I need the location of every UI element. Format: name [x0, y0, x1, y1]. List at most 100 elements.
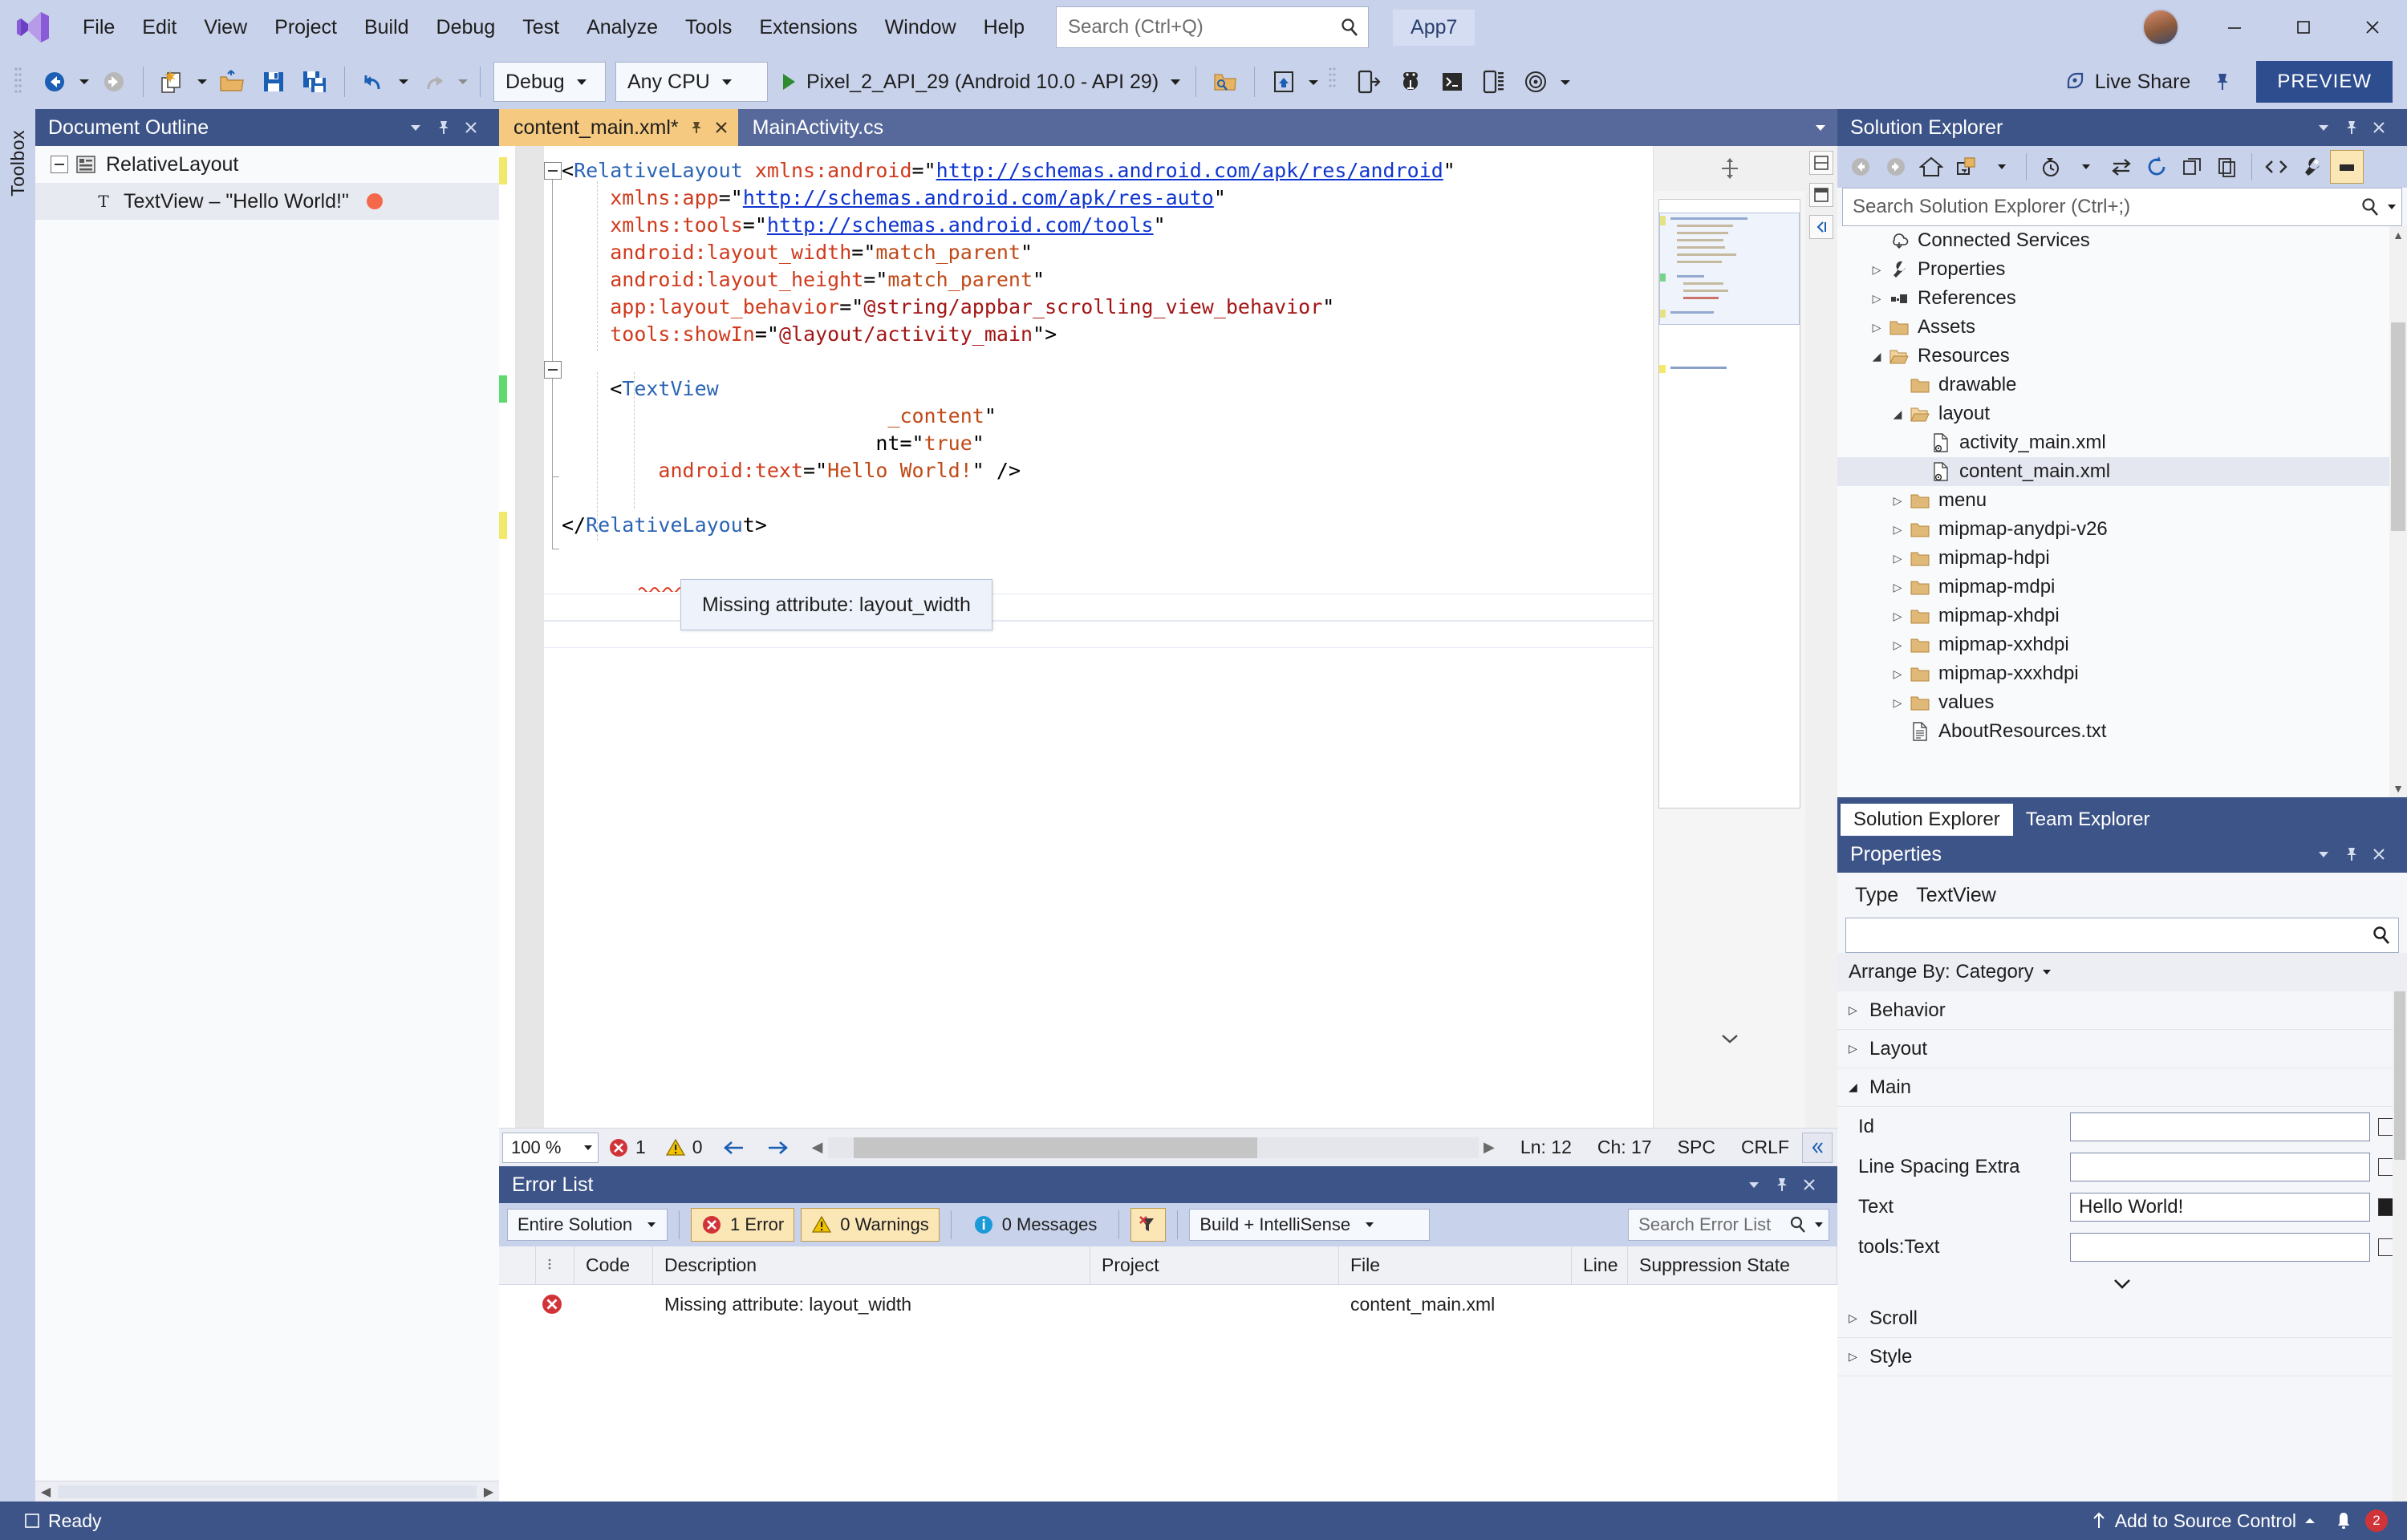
- editor-horizontal-scrollbar[interactable]: ◀ ▶: [806, 1135, 1500, 1160]
- quick-search-input[interactable]: Search (Ctrl+Q): [1056, 6, 1370, 48]
- save-all-button[interactable]: [294, 61, 336, 103]
- android-device-manager-button[interactable]: [1204, 61, 1246, 103]
- col-file[interactable]: File: [1339, 1246, 1572, 1284]
- table-row[interactable]: Missing attribute: layout_width content_…: [499, 1285, 1837, 1323]
- property-value-line-spacing[interactable]: [2070, 1153, 2370, 1181]
- se-tree-item[interactable]: ▷ mipmap-hdpi: [1837, 544, 2407, 573]
- menu-test[interactable]: Test: [509, 8, 573, 47]
- save-button[interactable]: [253, 61, 294, 103]
- props-close-icon[interactable]: [2372, 847, 2399, 861]
- open-file-button[interactable]: [211, 61, 253, 103]
- col-line[interactable]: Line: [1572, 1246, 1628, 1284]
- property-value-id[interactable]: [2070, 1112, 2370, 1141]
- navigate-forward-button[interactable]: [93, 61, 135, 103]
- notifications-button[interactable]: 2: [2325, 1510, 2397, 1532]
- collapse-panel-button[interactable]: [1809, 215, 1833, 239]
- dock-preview-button[interactable]: [1809, 183, 1833, 207]
- expander-collapsed-icon[interactable]: ▷: [1866, 292, 1887, 306]
- hscroll-right-icon[interactable]: ▶: [1479, 1139, 1500, 1156]
- solution-explorer-search-input[interactable]: Search Solution Explorer (Ctrl+;): [1842, 188, 2402, 226]
- messages-filter-toggle[interactable]: 0 Messages: [963, 1208, 1108, 1242]
- toolbox-strip[interactable]: Toolbox: [0, 109, 35, 1502]
- property-row-tools-text[interactable]: tools:Text: [1837, 1227, 2407, 1267]
- start-debugging-button[interactable]: Pixel_2_API_29 (Android 10.0 - API 29): [773, 61, 1187, 103]
- error-list-pin-icon[interactable]: [1775, 1177, 1802, 1193]
- solution-configuration-combo[interactable]: Debug: [493, 62, 606, 102]
- se-tree-item[interactable]: activity_main.xml: [1837, 428, 2407, 457]
- se-tree-item[interactable]: AboutResources.txt: [1837, 717, 2407, 746]
- close-button[interactable]: [2338, 0, 2407, 55]
- col-project[interactable]: Project: [1090, 1246, 1339, 1284]
- errors-filter-toggle[interactable]: 1 Error: [691, 1208, 795, 1242]
- expander-collapsed-icon[interactable]: ▷: [1866, 321, 1887, 334]
- se-back-button[interactable]: [1844, 150, 1877, 184]
- tab-close-icon[interactable]: [714, 120, 729, 135]
- code-text[interactable]: <RelativeLayout xmlns:android="http://sc…: [544, 146, 1653, 1128]
- scroll-track[interactable]: [58, 1485, 477, 1498]
- minimize-button[interactable]: [2200, 0, 2269, 55]
- error-scope-combo[interactable]: Entire Solution: [507, 1209, 668, 1241]
- se-search-dropdown-icon[interactable]: [2387, 204, 2397, 210]
- editor-collapse-button[interactable]: [1802, 1132, 1833, 1163]
- build-filter-combo[interactable]: Build + IntelliSense: [1189, 1209, 1431, 1241]
- se-tree-item[interactable]: drawable: [1837, 371, 2407, 399]
- add-to-source-control-button[interactable]: Add to Source Control: [2081, 1510, 2325, 1532]
- col-description[interactable]: Description: [653, 1246, 1090, 1284]
- expander-collapsed-icon[interactable]: ▷: [1887, 494, 1908, 508]
- se-tree-item[interactable]: ▷ values: [1837, 688, 2407, 717]
- se-tree-item[interactable]: ▷ mipmap-anydpi-v26: [1837, 515, 2407, 544]
- panel-menu-icon[interactable]: [409, 124, 436, 132]
- se-collapse-all-button[interactable]: [2175, 150, 2209, 184]
- property-value-tools-text[interactable]: [2070, 1233, 2370, 1262]
- expander-collapsed-icon[interactable]: ▷: [1887, 552, 1908, 565]
- se-switch-views-button[interactable]: [2105, 150, 2138, 184]
- properties-category-layout[interactable]: ▷ Layout: [1837, 1030, 2407, 1068]
- menu-analyze[interactable]: Analyze: [573, 8, 672, 47]
- properties-show-more-button[interactable]: [1837, 1267, 2407, 1299]
- menu-tools[interactable]: Tools: [672, 8, 745, 47]
- outline-horizontal-scrollbar[interactable]: ◀ ▶: [35, 1481, 499, 1502]
- split-view-button[interactable]: [1809, 151, 1833, 175]
- se-tree-item[interactable]: content_main.xml: [1837, 457, 2407, 486]
- se-forward-button[interactable]: [1879, 150, 1913, 184]
- se-tree-item[interactable]: ▷ References: [1837, 284, 2407, 313]
- se-vertical-scrollbar[interactable]: ▲ ▼: [2389, 226, 2407, 797]
- user-avatar[interactable]: [2142, 9, 2179, 46]
- editor-warning-count[interactable]: 0: [656, 1137, 712, 1158]
- hscroll-thumb[interactable]: [854, 1137, 1258, 1158]
- se-sync-with-active-document-button[interactable]: [1950, 150, 1983, 184]
- se-preview-selected-items-button[interactable]: [2330, 150, 2364, 184]
- se-tree-item[interactable]: ▷ mipmap-xhdpi: [1837, 602, 2407, 630]
- outline-node-relativelayout[interactable]: RelativeLayout: [35, 146, 499, 183]
- navigate-backward-button[interactable]: [34, 61, 75, 103]
- redo-button[interactable]: [412, 61, 454, 103]
- se-refresh-button[interactable]: [2140, 150, 2174, 184]
- android-sdk-manager-button[interactable]: [1263, 61, 1305, 103]
- code-minimap[interactable]: [1658, 199, 1800, 808]
- outline-node-textview[interactable]: T TextView – "Hello World!": [35, 183, 499, 220]
- se-tree-item[interactable]: Connected Services: [1837, 226, 2407, 255]
- menu-project[interactable]: Project: [261, 8, 351, 47]
- property-row-id[interactable]: Id: [1837, 1107, 2407, 1147]
- col-suppression[interactable]: Suppression State: [1628, 1246, 1837, 1284]
- se-show-all-files-button[interactable]: [2210, 150, 2244, 184]
- col-severity[interactable]: [536, 1246, 574, 1284]
- property-row-line-spacing-extra[interactable]: Line Spacing Extra: [1837, 1147, 2407, 1187]
- se-view-code-button[interactable]: [2259, 150, 2293, 184]
- zoom-level-combo[interactable]: 100 %: [502, 1132, 599, 1163]
- se-scroll-thumb[interactable]: [2391, 322, 2405, 531]
- properties-category-style[interactable]: ▷ Style: [1837, 1338, 2407, 1376]
- scroll-right-icon[interactable]: ▶: [478, 1484, 499, 1500]
- tab-main-activity-cs[interactable]: MainActivity.cs: [738, 109, 893, 146]
- solution-platform-combo[interactable]: Any CPU: [615, 62, 768, 102]
- props-pin-icon[interactable]: [2344, 846, 2372, 862]
- se-tree-item[interactable]: ▷ mipmap-mdpi: [1837, 573, 2407, 602]
- minimap-splitter[interactable]: [1654, 146, 1805, 191]
- toolbar-grip[interactable]: [14, 66, 27, 98]
- pin-icon[interactable]: [436, 120, 464, 136]
- error-list-menu-icon[interactable]: [1747, 1181, 1775, 1189]
- next-error-button[interactable]: [756, 1139, 799, 1157]
- expander-collapsed-icon[interactable]: ▷: [1887, 610, 1908, 623]
- tab-list-dropdown-icon[interactable]: [1804, 109, 1837, 146]
- se-tree-item[interactable]: ▷ Assets: [1837, 313, 2407, 342]
